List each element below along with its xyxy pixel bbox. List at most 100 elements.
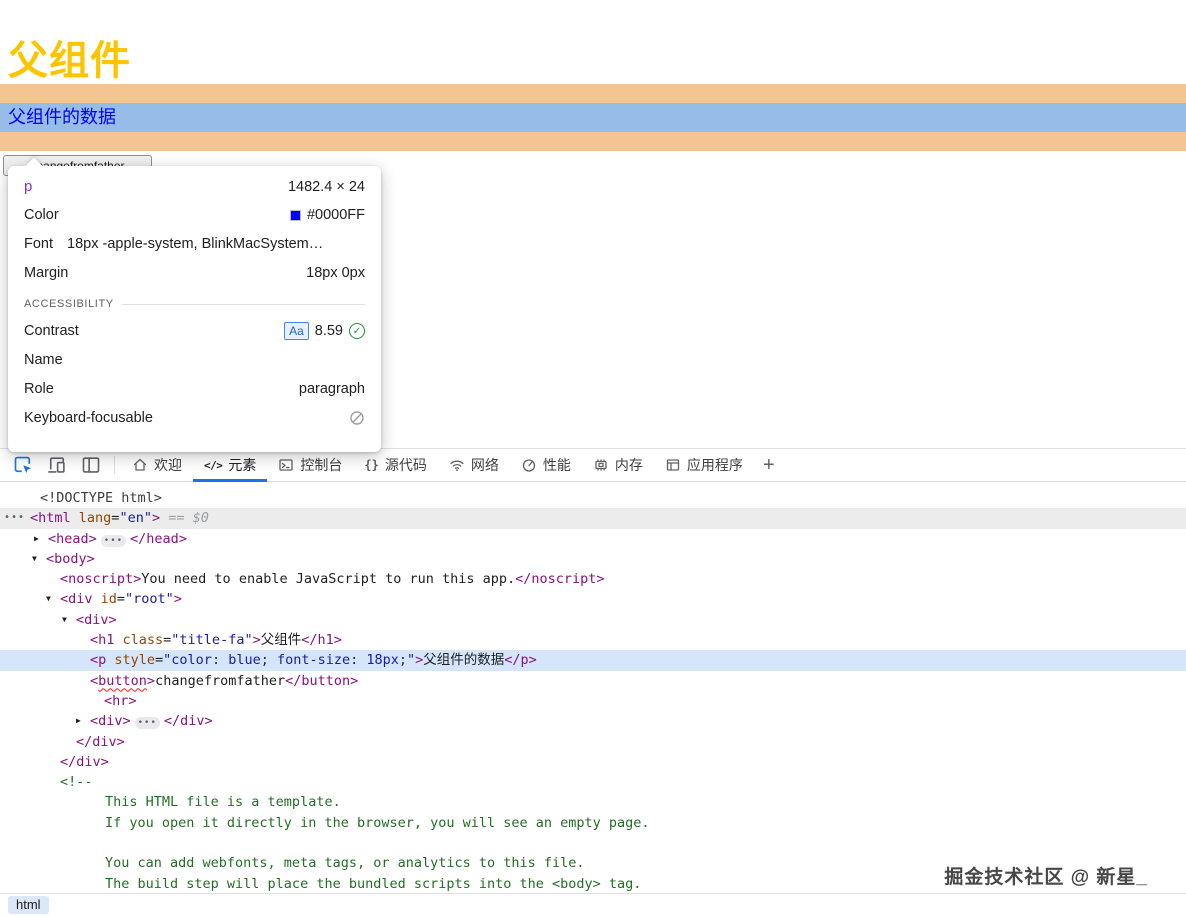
tree-line-code: <hr> (104, 692, 137, 709)
collapse-arrow-icon[interactable]: ▼ (46, 589, 51, 609)
tab-label: 欢迎 (154, 457, 182, 473)
tree-line[interactable]: <!-- (0, 772, 1186, 792)
devtools-toolbar-icons (6, 449, 108, 481)
tab-performance[interactable]: 性能 (510, 449, 582, 481)
margin-overlay-top (0, 84, 1186, 103)
devtools-panel: 欢迎 </> 元素 控制台 {} 源代码 网络 性能 内存 应用程序 + <!DOCTYPE ht… (0, 448, 1186, 916)
more-tabs-button[interactable]: + (754, 449, 784, 481)
tree-line[interactable]: </div> (0, 752, 1186, 772)
inline-expand-icon[interactable]: ••• (100, 534, 127, 547)
keyboard-focusable-label: Keyboard-focusable (24, 410, 153, 426)
tree-line-code: <button>changefromfather</button> (90, 672, 359, 689)
name-label: Name (24, 352, 63, 368)
not-focusable-icon (349, 410, 365, 426)
screen: 父组件 父组件的数据 changefromfather p 1482.4 × 2… (0, 0, 1186, 916)
tooltip-font-row: Font 18px -apple-system, BlinkMacSystem… (24, 235, 365, 253)
margin-overlay-bottom (0, 132, 1186, 151)
color-value: #0000FF (306, 207, 365, 223)
elements-tree: <!DOCTYPE html> ••• <html lang="en"> == $0… (0, 482, 1186, 892)
expand-arrow-icon[interactable]: ▶ (34, 529, 39, 549)
tab-label: 元素 (228, 457, 257, 473)
tree-line[interactable]: If you open it directly in the browser, … (0, 813, 1186, 833)
tree-line[interactable]: ▼ <div id="root"> (0, 589, 1186, 609)
font-value: 18px -apple-system, BlinkMacSystem… (67, 236, 324, 252)
role-value: paragraph (298, 381, 365, 397)
watermark: 掘金技术社区 @ 新星_ (944, 867, 1148, 888)
tooltip-keyboard-row: Keyboard-focusable (24, 409, 365, 427)
accessibility-label: ACCESSIBILITY (24, 298, 114, 310)
section-divider (121, 303, 365, 305)
tree-line[interactable] (0, 833, 1186, 853)
page-heading: 父组件 (8, 39, 131, 83)
collapse-arrow-icon[interactable]: ▼ (62, 610, 67, 630)
tree-line[interactable]: ••• <html lang="en"> == $0 (0, 508, 1186, 529)
application-icon (665, 457, 681, 473)
tree-line-code: <div> ••• </div> (90, 713, 213, 730)
content-overlay: 父组件的数据 (0, 103, 1186, 132)
font-label: Font (24, 236, 54, 252)
tree-line[interactable]: <noscript>You need to enable JavaScript … (0, 569, 1186, 589)
device-toolbar-icon[interactable] (40, 449, 74, 481)
tab-application[interactable]: 应用程序 (654, 449, 754, 481)
tab-label: 应用程序 (686, 457, 743, 473)
tab-console[interactable]: 控制台 (267, 449, 353, 481)
accessibility-section: ACCESSIBILITY (24, 298, 365, 310)
toolbar-separator (114, 456, 115, 474)
tab-memory[interactable]: 内存 (582, 449, 654, 481)
tab-network[interactable]: 网络 (438, 449, 510, 481)
devtools-tabs: 欢迎 </> 元素 控制台 {} 源代码 网络 性能 内存 应用程序 (121, 449, 754, 482)
contrast-value: 8.59 (314, 323, 343, 339)
tree-line-code: <h1 class="title-fa">父组件</h1> (90, 632, 342, 649)
memory-icon (593, 457, 609, 473)
tree-line[interactable]: ▼ <body> (0, 549, 1186, 569)
color-label: Color (24, 207, 59, 223)
tooltip-name-row: Name (24, 351, 365, 369)
tree-line-code: <body> (46, 550, 95, 567)
tree-line[interactable]: ▼ <div> (0, 610, 1186, 630)
statusbar: html (0, 893, 1186, 916)
tree-line[interactable]: </div> (0, 732, 1186, 752)
breadcrumb-html[interactable]: html (8, 896, 49, 914)
tooltip-element-tag: p (24, 178, 33, 195)
tab-label: 网络 (470, 457, 499, 473)
tree-line-code: <noscript>You need to enable JavaScript … (60, 571, 605, 588)
sources-icon: {} (364, 458, 379, 472)
dock-side-icon[interactable] (74, 449, 108, 481)
inline-expand-icon[interactable]: ••• (134, 717, 160, 730)
contrast-label: Contrast (24, 323, 79, 339)
tree-line[interactable]: <!DOCTYPE html> (0, 488, 1186, 508)
tab-label: 性能 (542, 457, 571, 473)
margin-label: Margin (24, 265, 69, 281)
tab-label: 源代码 (384, 457, 427, 473)
tree-line-code: <head> ••• </head> (48, 530, 187, 547)
tree-line-code: <div id="root"> (60, 591, 182, 608)
tree-line[interactable]: <button>changefromfather</button> (0, 671, 1186, 691)
tree-line-code: <!-- (60, 774, 93, 791)
inspect-icon[interactable] (6, 449, 40, 481)
tree-line[interactable]: <h1 class="title-fa">父组件</h1> (0, 630, 1186, 650)
contrast-sample-badge: Aa (284, 322, 309, 340)
tree-line-code: If you open it directly in the browser, … (105, 814, 650, 831)
tab-sources[interactable]: {} 源代码 (353, 449, 437, 481)
tab-welcome[interactable]: 欢迎 (121, 449, 193, 481)
role-label: Role (24, 381, 54, 397)
tab-label: 内存 (614, 457, 643, 473)
margin-value: 18px 0px (306, 265, 365, 281)
tree-line[interactable]: This HTML file is a template. (0, 792, 1186, 812)
tooltip-role-row: Role paragraph (24, 380, 365, 398)
tree-line[interactable]: <hr> (0, 691, 1186, 711)
home-icon (132, 457, 148, 473)
console-icon (278, 457, 294, 473)
tree-line[interactable]: ▶ <div> ••• </div> (0, 711, 1186, 731)
tab-elements[interactable]: </> 元素 (193, 449, 268, 482)
code-icon: </> (204, 458, 223, 472)
tree-line[interactable]: ▶ <head> ••• </head> (0, 529, 1186, 549)
expand-arrow-icon[interactable]: ▶ (76, 711, 81, 731)
performance-icon (521, 457, 537, 473)
tooltip-color-row: Color #0000FF (24, 206, 365, 224)
tree-line-code: <p style="color: blue; font-size: 18px;"… (90, 652, 537, 669)
tooltip-margin-row: Margin 18px 0px (24, 264, 365, 282)
more-actions-icon[interactable]: ••• (4, 508, 25, 528)
tree-line[interactable]: <p style="color: blue; font-size: 18px;"… (0, 650, 1186, 671)
collapse-arrow-icon[interactable]: ▼ (32, 549, 37, 569)
